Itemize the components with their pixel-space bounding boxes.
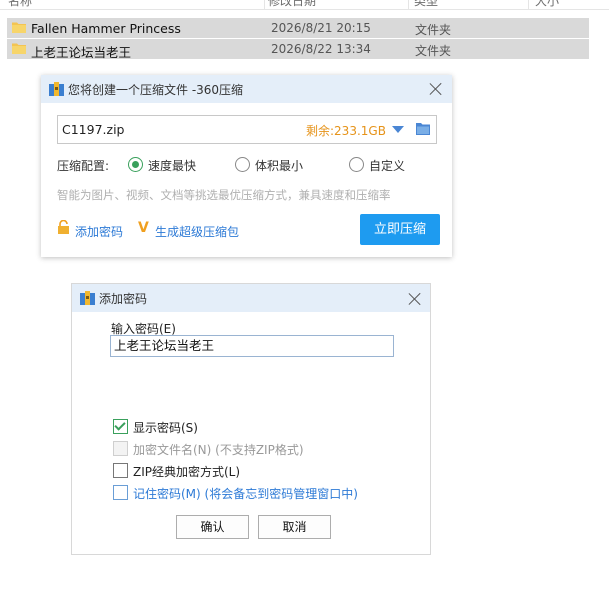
column-divider[interactable] (408, 0, 409, 9)
radio-smallest[interactable] (235, 157, 250, 172)
zip-classic-encryption-checkbox[interactable] (113, 463, 128, 478)
option-label-fastest[interactable]: 速度最快 (148, 157, 196, 174)
file-type: 文件夹 (415, 23, 452, 37)
column-header-date[interactable]: 修改日期 (268, 0, 316, 9)
password-input[interactable]: 上老王论坛当老王 (110, 335, 394, 357)
column-divider[interactable] (528, 0, 529, 9)
file-name: 上老王论坛当老王 (31, 45, 132, 60)
column-header-size[interactable]: 大小 (535, 0, 559, 9)
cancel-button[interactable]: 取消 (258, 515, 331, 539)
close-icon[interactable] (429, 82, 443, 96)
super-compress-link[interactable]: 生成超级压缩包 (155, 223, 239, 240)
file-date: 2026/8/22 13:34 (271, 42, 371, 56)
zip-classic-encryption-label[interactable]: ZIP经典加密方式(L) (133, 463, 240, 480)
column-divider[interactable] (264, 0, 265, 9)
disk-remaining: 剩余:233.1GB (306, 124, 386, 138)
compress-now-button[interactable]: 立即压缩 (360, 214, 440, 245)
archive-filename[interactable]: C1197.zip (62, 122, 124, 137)
compress-config-label: 压缩配置: (57, 159, 110, 173)
file-row[interactable]: Fallen Hammer Princess 2026/8/21 20:15 文… (7, 18, 589, 38)
ok-button[interactable]: 确认 (176, 515, 249, 539)
column-header-row: 名称 修改日期 类型 大小 (0, 0, 609, 10)
option-label-custom[interactable]: 自定义 (369, 157, 405, 174)
folder-icon (12, 22, 26, 33)
remember-password-checkbox[interactable] (113, 485, 128, 500)
encrypt-filename-label: 加密文件名(N) (不支持ZIP格式) (133, 443, 304, 457)
show-password-label[interactable]: 显示密码(S) (133, 419, 198, 436)
file-date: 2026/8/21 20:15 (271, 21, 371, 35)
file-row[interactable]: 上老王论坛当老王 2026/8/22 13:34 文件夹 (7, 39, 589, 60)
compress-dialog-title-bar[interactable]: 您将创建一个压缩文件 -360压缩 (41, 75, 452, 103)
option-label-smallest[interactable]: 体积最小 (255, 157, 303, 174)
lock-icon[interactable] (57, 220, 70, 234)
super-compress-icon[interactable]: V (138, 220, 149, 236)
chevron-down-icon[interactable] (392, 126, 404, 133)
add-password-label[interactable]: 添加密码 (75, 223, 123, 240)
add-password-dialog: 添加密码 输入密码(E) 上老王论坛当老王 显示密码(S) 加密文件名(N) (… (71, 283, 431, 555)
column-header-name[interactable]: 名称 (8, 0, 32, 9)
browse-folder-icon[interactable] (416, 122, 430, 135)
radio-custom[interactable] (349, 157, 364, 172)
archive-path-field[interactable]: C1197.zip 剩余:233.1GB (57, 115, 437, 144)
password-dialog-title-bar[interactable]: 添加密码 (72, 284, 430, 312)
radio-fastest[interactable] (128, 157, 143, 172)
file-name: Fallen Hammer Princess (31, 21, 181, 36)
close-icon[interactable] (408, 292, 422, 306)
show-password-checkbox[interactable] (113, 419, 128, 434)
compress-hint: 智能为图片、视频、文档等挑选最优压缩方式，兼具速度和压缩率 (57, 188, 391, 202)
folder-icon (12, 43, 26, 54)
compress-dialog-title: 您将创建一个压缩文件 -360压缩 (68, 83, 244, 97)
archive-app-icon (49, 82, 64, 96)
password-dialog-title: 添加密码 (99, 292, 148, 306)
remember-password-label[interactable]: 记住密码(M) (将会备忘到密码管理窗口中) (133, 485, 358, 502)
archive-app-icon (80, 291, 95, 305)
file-type: 文件夹 (415, 44, 452, 58)
compress-dialog: 您将创建一个压缩文件 -360压缩 C1197.zip 剩余:233.1GB 压… (41, 75, 452, 257)
encrypt-filename-checkbox (113, 441, 128, 456)
column-header-type[interactable]: 类型 (414, 0, 438, 9)
